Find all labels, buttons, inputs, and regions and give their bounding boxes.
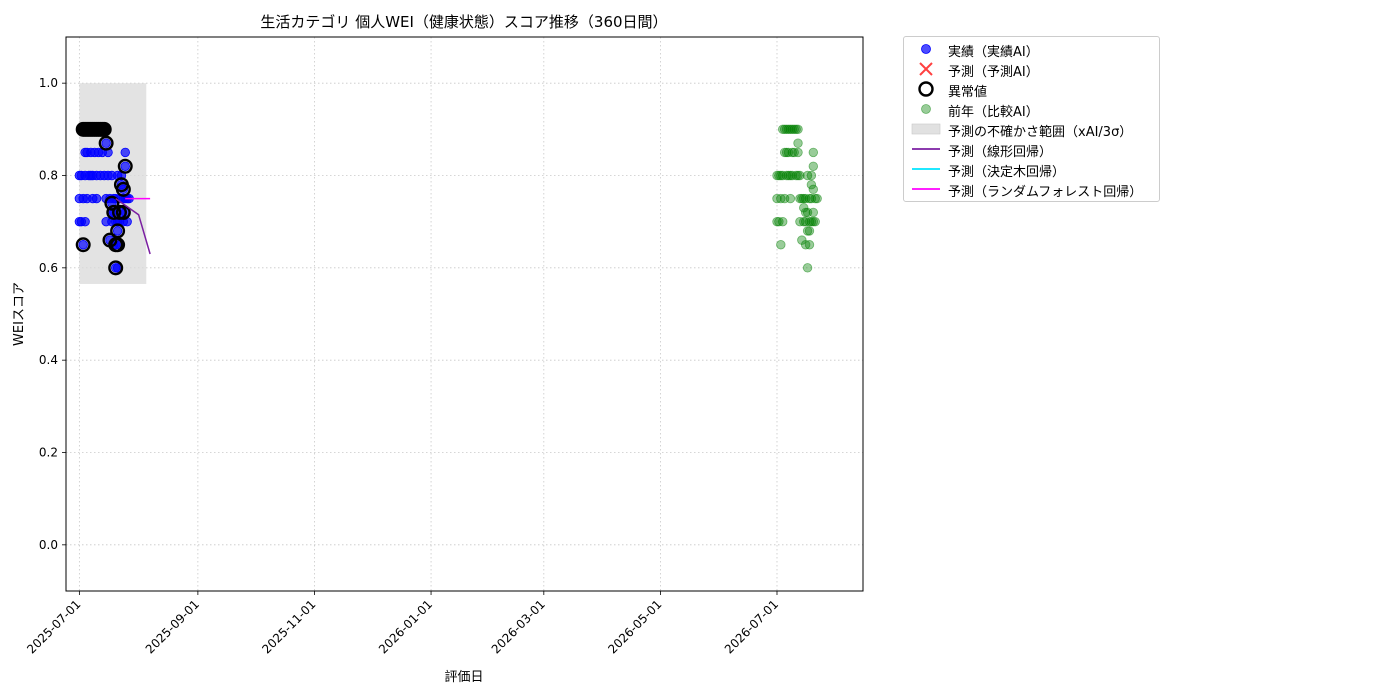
x-axis-label: 評価日	[444, 670, 483, 685]
previous-year-point	[778, 216, 788, 227]
plot-background	[66, 37, 863, 591]
legend-item-random-forest: 予測（ランダムフォレスト回帰）	[904, 179, 1159, 200]
legend-item-decision-tree: 予測（決定木回帰）	[904, 159, 1159, 180]
legend-item-actual: 実績（実績AI）	[904, 39, 1159, 60]
y-tick-label: 0.4	[39, 353, 58, 367]
uncertainty-patch-icon	[911, 123, 941, 135]
uncertainty-band-rect	[79, 83, 147, 284]
previous-year-point	[804, 240, 815, 250]
legend: 実績（実績AI） 予測（予測AI） 異常値 前年（比較AI） 予測の不確かさ範囲…	[903, 36, 1160, 202]
legend-label: 異常値	[948, 85, 988, 100]
y-tick-label: 0.6	[39, 261, 58, 275]
legend-item-uncertainty: 予測の不確かさ範囲（xAI/3σ）	[904, 119, 1159, 140]
y-tick-label: 1.0	[39, 76, 58, 90]
actual-point	[91, 193, 102, 204]
decision-tree-line-icon	[912, 168, 940, 170]
legend-item-predicted: 予測（予測AI）	[904, 59, 1159, 80]
legend-item-linear: 予測（線形回帰）	[904, 139, 1159, 160]
previous-year-point	[793, 147, 803, 158]
previous-year-point	[812, 193, 822, 204]
actual-point	[78, 240, 88, 250]
predicted-cross-icon	[919, 62, 933, 76]
actual-point	[120, 147, 130, 158]
wei-score-chart: 2025-07-01 2025-09-01 2025-11-01 2026-01-01…	[0, 0, 1400, 700]
actual-point	[120, 161, 130, 171]
previous-year-point	[776, 240, 786, 250]
actual-point	[101, 138, 111, 148]
plot-area	[66, 37, 863, 591]
y-tick-label: 0.2	[39, 446, 58, 460]
previous-year-point	[808, 184, 819, 195]
previous-year-point	[785, 193, 796, 204]
previous-year-point	[808, 207, 819, 218]
anomaly-ring-icon	[918, 81, 934, 97]
chart-title: 生活カテゴリ 個人WEI（健康状態）スコア推移（360日間）	[260, 13, 667, 31]
previous-year-point	[808, 147, 819, 158]
previous-year-point	[806, 170, 817, 181]
actual-point	[112, 226, 123, 236]
y-tick-label: 0.0	[39, 538, 58, 552]
actual-marker-icon	[921, 44, 931, 54]
legend-label: 前年（比較AI）	[948, 105, 1039, 120]
legend-item-previous-year: 前年（比較AI）	[904, 99, 1159, 120]
random-forest-line-icon	[912, 188, 940, 190]
legend-item-anomaly: 異常値	[904, 79, 1159, 100]
previous-year-point	[793, 138, 803, 148]
legend-label: 予測（決定木回帰）	[948, 165, 1066, 180]
legend-label: 実績（実績AI）	[948, 45, 1039, 60]
previous-year-point	[810, 216, 820, 227]
legend-label: 予測（予測AI）	[948, 65, 1039, 80]
linear-line-icon	[912, 148, 940, 150]
previous-year-point	[804, 226, 815, 236]
legend-label: 予測（ランダムフォレスト回帰）	[948, 185, 1143, 200]
previous-year-marker-icon	[921, 104, 931, 114]
previous-year-point	[793, 124, 803, 135]
y-tick-label: 0.8	[39, 169, 58, 183]
previous-year-point	[802, 263, 813, 273]
y-axis-label: WEIスコア	[12, 282, 27, 346]
previous-year-point	[808, 161, 819, 171]
actual-point	[80, 216, 90, 227]
legend-label: 予測の不確かさ範囲（xAI/3σ）	[948, 125, 1133, 140]
uncertainty-band	[79, 83, 147, 284]
legend-label: 予測（線形回帰）	[948, 145, 1053, 160]
